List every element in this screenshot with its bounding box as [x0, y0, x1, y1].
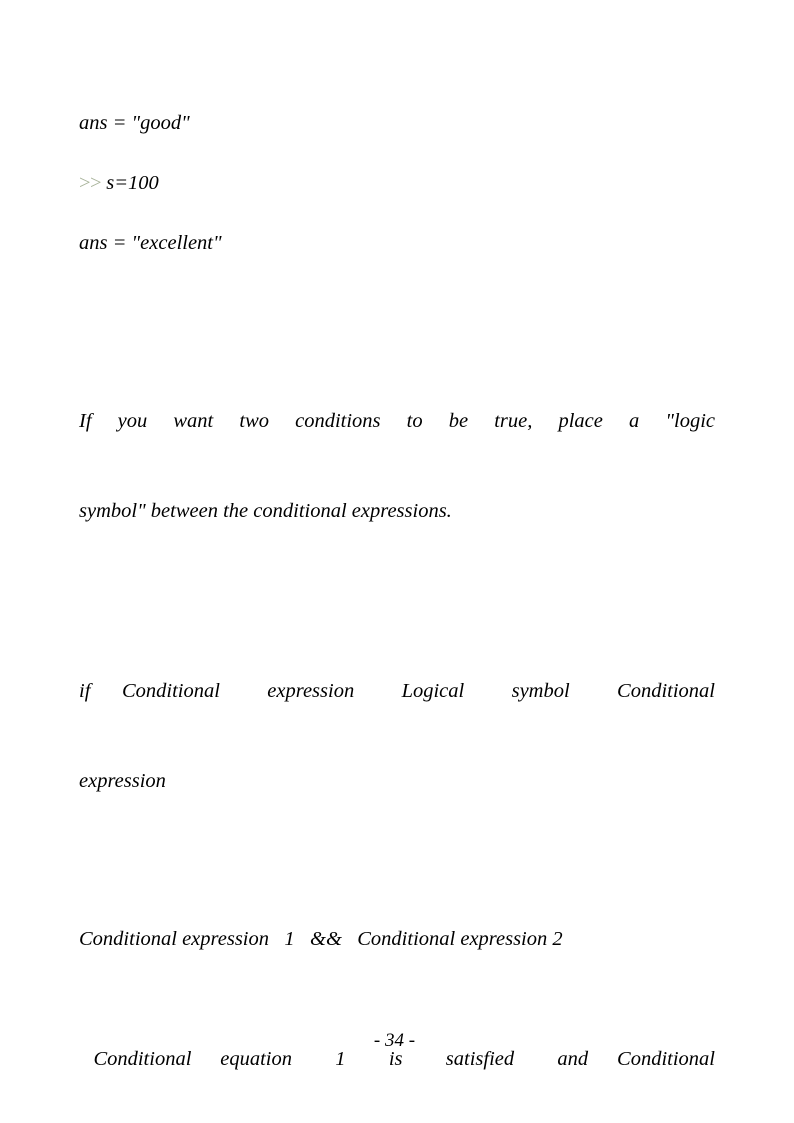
console-prompt-icon: >> — [79, 172, 102, 194]
page-number: - 34 - — [373, 1030, 416, 1051]
document-text-column: ans = "good" >> s=100 ans = "excellent" … — [79, 108, 715, 1123]
console-output-excellent: ans = "excellent" — [79, 232, 222, 254]
paragraph-if-syntax: if Conditional expression Logical symbol… — [79, 616, 715, 856]
console-command-line: >> s=100 — [79, 168, 715, 198]
document-page: ans = "good" >> s=100 ans = "excellent" … — [0, 0, 794, 1123]
console-command-value: s=100 — [106, 172, 159, 194]
paragraph-and-meaning: Conditional equation 1 is satisfied and … — [79, 984, 715, 1123]
page-footer: - 34 - — [0, 1030, 794, 1052]
paragraph-logic-symbol-intro-line1: If you want two conditions to be true, p… — [79, 410, 715, 432]
paragraph-logic-symbol-intro: If you want two conditions to be true, p… — [79, 346, 715, 586]
paragraph-logic-symbol-intro-line2: symbol" between the conditional expressi… — [79, 500, 452, 522]
expression-and: Conditional expression 1 && Conditional … — [79, 928, 563, 950]
paragraph-if-syntax-line1: if Conditional expression Logical symbol… — [79, 680, 715, 702]
paragraph-if-syntax-line2: expression — [79, 770, 166, 792]
console-output-good: ans = "good" — [79, 112, 190, 134]
